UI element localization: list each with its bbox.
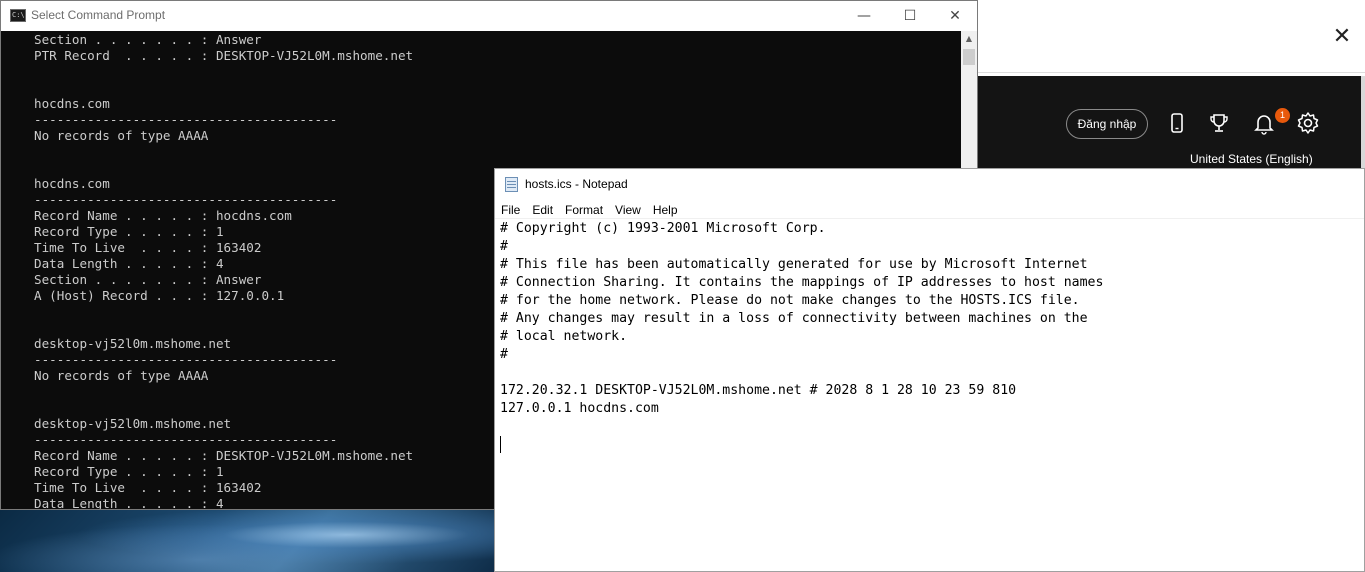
divider	[978, 72, 1365, 73]
editor-line: # This file has been automatically gener…	[500, 257, 1088, 272]
notepad-icon	[505, 177, 518, 192]
login-button[interactable]: Đăng nhập	[1066, 109, 1148, 139]
menu-view[interactable]: View	[609, 200, 647, 220]
minimize-button[interactable]: —	[841, 1, 887, 31]
close-icon[interactable]: ✕	[1327, 22, 1357, 52]
text-editor[interactable]: # Copyright (c) 1993-2001 Microsoft Corp…	[495, 219, 1364, 571]
close-button[interactable]: ✕	[932, 1, 978, 31]
editor-line: # Any changes may result in a loss of co…	[500, 311, 1088, 326]
editor-line: # Copyright (c) 1993-2001 Microsoft Corp…	[500, 221, 826, 236]
console-icon: C:\	[10, 9, 26, 22]
editor-line: # for the home network. Please do not ma…	[500, 293, 1080, 308]
phone-icon[interactable]	[1164, 110, 1190, 136]
editor-line: # local network.	[500, 329, 628, 344]
menu-bar: File Edit Format View Help	[495, 199, 1364, 219]
window-title: hosts.ics - Notepad	[525, 177, 628, 191]
trophy-icon[interactable]	[1206, 110, 1232, 136]
site-header: Đăng nhập 1 United States (English)	[978, 76, 1361, 168]
editor-line: #	[500, 347, 508, 362]
console-line: hocdns.com	[34, 96, 110, 111]
text-caret	[500, 436, 501, 453]
notepad-window[interactable]: hosts.ics - Notepad File Edit Format View He…	[494, 168, 1365, 572]
console-line: No records of type AAAA	[34, 128, 209, 143]
editor-line: #	[500, 239, 508, 254]
editor-line: 172.20.32.1 DESKTOP-VJ52L0M.mshome.net #…	[500, 383, 1017, 398]
menu-format[interactable]: Format	[559, 200, 609, 220]
menu-file[interactable]: File	[495, 200, 526, 220]
window-title: Select Command Prompt	[31, 8, 166, 22]
gear-icon[interactable]	[1295, 110, 1321, 136]
bell-icon[interactable]	[1251, 110, 1277, 136]
editor-line: 127.0.0.1 hocdns.com	[500, 401, 659, 416]
window-titlebar[interactable]: C:\ Select Command Prompt — ☐ ✕	[1, 1, 977, 31]
maximize-button[interactable]: ☐	[887, 1, 933, 31]
menu-help[interactable]: Help	[647, 200, 684, 220]
editor-line: # Connection Sharing. It contains the ma…	[500, 275, 1104, 290]
console-line: ----------------------------------------	[34, 112, 338, 127]
window-titlebar[interactable]: hosts.ics - Notepad	[495, 169, 1364, 199]
scroll-thumb[interactable]	[963, 49, 975, 65]
menu-edit[interactable]: Edit	[526, 200, 559, 220]
console-line: Section . . . . . . . : Answer	[34, 32, 262, 47]
editor-line	[500, 436, 1364, 454]
console-line: PTR Record . . . . . : DESKTOP-VJ52L0M.m…	[34, 48, 414, 63]
scroll-up-icon[interactable]: ▲	[961, 31, 977, 47]
notification-badge: 1	[1275, 108, 1290, 123]
desktop-wallpaper	[0, 510, 495, 572]
scrollbar[interactable]	[1361, 76, 1365, 168]
language-selector[interactable]: United States (English)	[1190, 152, 1313, 166]
browser-window: ✕ Đăng nhập 1 United States (English)	[978, 0, 1365, 168]
